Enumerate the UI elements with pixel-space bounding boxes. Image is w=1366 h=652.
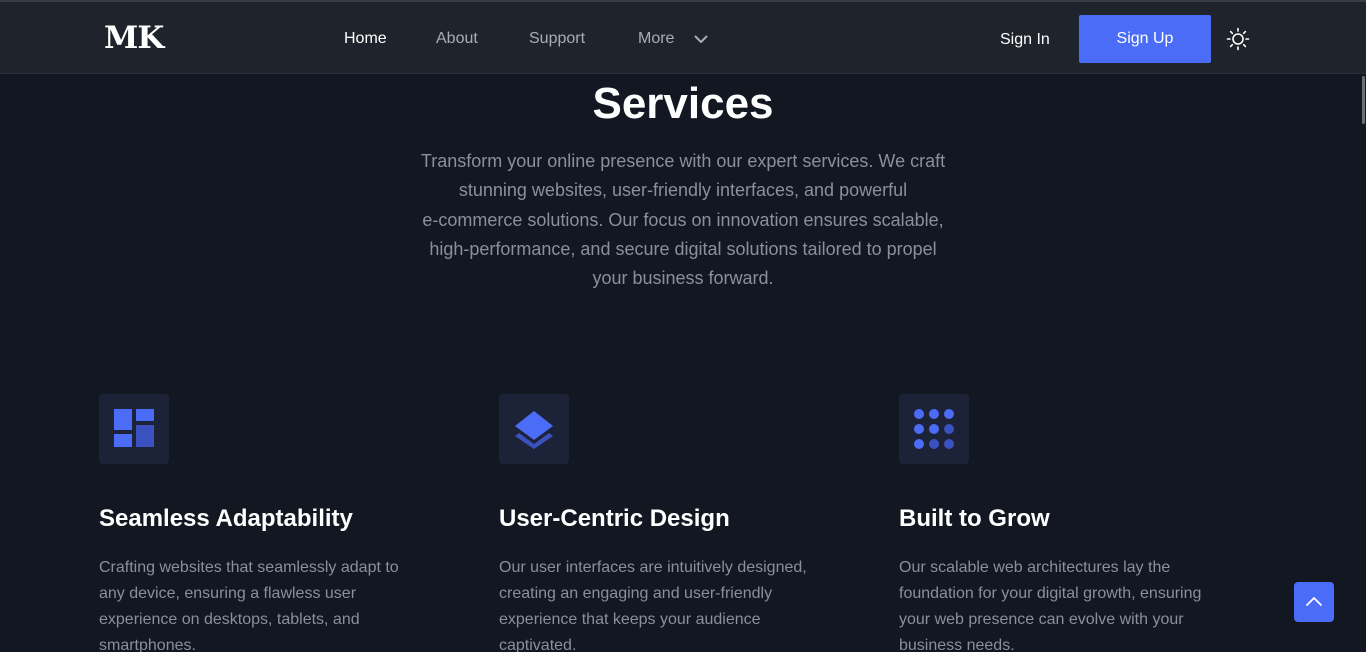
feature-description-line: foundation for your digital growth, ensu… [899,585,1202,602]
page: MK Home About Support More Sign In Sign … [0,0,1366,652]
feature-card: User-Centric Design Our user interfaces … [499,394,839,652]
sun-icon[interactable] [1226,27,1250,51]
scrollbar-track[interactable] [1362,75,1366,652]
feature-description-line: any device, ensuring a flawless user [99,585,357,602]
sign-up-label: Sign Up [1116,30,1174,47]
feature-card: Built to Grow Our scalable web architect… [899,394,1239,652]
feature-title: Built to Grow [899,505,1050,532]
section-description: Transform your online presence with our … [393,147,973,293]
back-to-top-button[interactable] [1294,582,1334,622]
nav-home[interactable]: Home [344,28,387,50]
nav-more[interactable]: More [638,28,674,50]
sign-in-link[interactable]: Sign In [1000,30,1050,50]
section-description-line: stunning websites, user-friendly interfa… [458,180,908,201]
section-description-line: your business forward. [592,268,774,289]
feature-description-line: captivated. [499,637,577,652]
section-title: Services [592,79,774,128]
site-header: MK Home About Support More Sign In Sign … [0,2,1366,74]
feature-description-line: creating an engaging and user-friendly [499,585,773,602]
section-description-line: high-performance, and secure digital sol… [429,238,937,259]
feature-description-line: experience on desktops, tablets, and [99,611,360,628]
chevron-up-icon [1306,597,1322,606]
layers-icon [515,411,553,449]
site-logo[interactable]: MK [104,20,164,56]
feature-title: User-Centric Design [499,505,730,532]
sign-up-button[interactable]: Sign Up [1079,15,1211,63]
nav-support[interactable]: Support [529,28,585,50]
feature-description: Crafting websites that seamlessly adapt … [99,555,439,652]
feature-description-line: experience that keeps your audience [499,611,761,628]
feature-title: Seamless Adaptability [99,505,353,532]
feature-description-line: Crafting websites that seamlessly adapt … [99,559,399,576]
feature-icon-box [99,394,169,464]
nav-about[interactable]: About [436,28,478,50]
feature-icon-box [499,394,569,464]
feature-description-line: your web presence can evolve with your [899,611,1184,628]
feature-card: Seamless Adaptability Crafting websites … [99,394,439,652]
feature-description-line: business needs. [899,637,1015,652]
dots-grid-icon [914,409,954,449]
feature-description-line: Our scalable web architectures lay the [899,559,1171,576]
feature-icon-box [899,394,969,464]
section-description-line: Transform your online presence with our … [420,151,946,171]
feature-description-line: Our user interfaces are intuitively desi… [499,559,807,576]
layout-grid-icon [114,409,154,447]
feature-description: Our scalable web architectures lay the f… [899,555,1239,652]
section-description-line: e-commerce solutions. Our focus on innov… [422,209,944,230]
chevron-down-icon[interactable] [693,31,709,47]
feature-description-line: smartphones. [99,637,196,652]
feature-description: Our user interfaces are intuitively desi… [499,555,839,652]
